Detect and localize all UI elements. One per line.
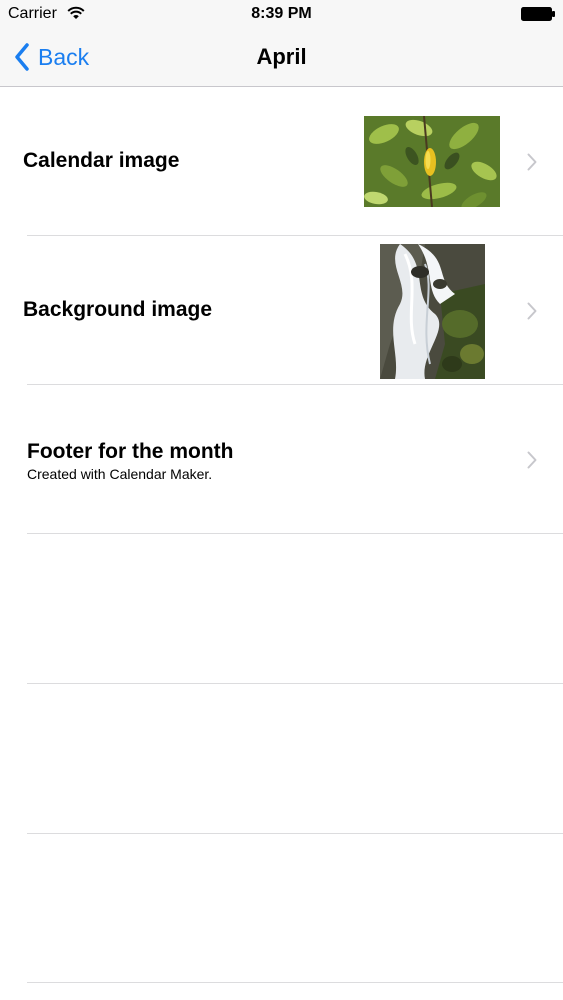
chevron-right-icon xyxy=(527,153,537,171)
chevron-right-icon xyxy=(527,451,537,469)
page-title: April xyxy=(256,44,307,69)
battery-icon xyxy=(521,7,555,21)
background-image-row[interactable]: Background image xyxy=(0,236,563,385)
calendar-thumbnail-image xyxy=(364,116,500,207)
calendar-image-row[interactable]: Calendar image xyxy=(0,87,563,236)
row-separator xyxy=(27,533,563,534)
row-title: Footer for the month xyxy=(27,440,234,463)
empty-row xyxy=(0,685,563,834)
background-thumbnail-image xyxy=(380,244,485,379)
row-separator xyxy=(27,982,563,983)
empty-row xyxy=(0,834,563,983)
row-separator xyxy=(27,683,563,684)
row-subtitle: Created with Calendar Maker. xyxy=(27,466,213,482)
row-title: Background image xyxy=(23,298,213,321)
navigation-bar: Back April xyxy=(0,28,563,87)
status-bar: Carrier 8:39 PM xyxy=(0,0,563,28)
row-title: Calendar image xyxy=(23,149,180,172)
chevron-right-icon xyxy=(527,302,537,320)
footer-row[interactable]: Footer for the month Created with Calend… xyxy=(0,385,563,534)
status-time: 8:39 PM xyxy=(251,5,312,22)
empty-row xyxy=(0,535,563,684)
